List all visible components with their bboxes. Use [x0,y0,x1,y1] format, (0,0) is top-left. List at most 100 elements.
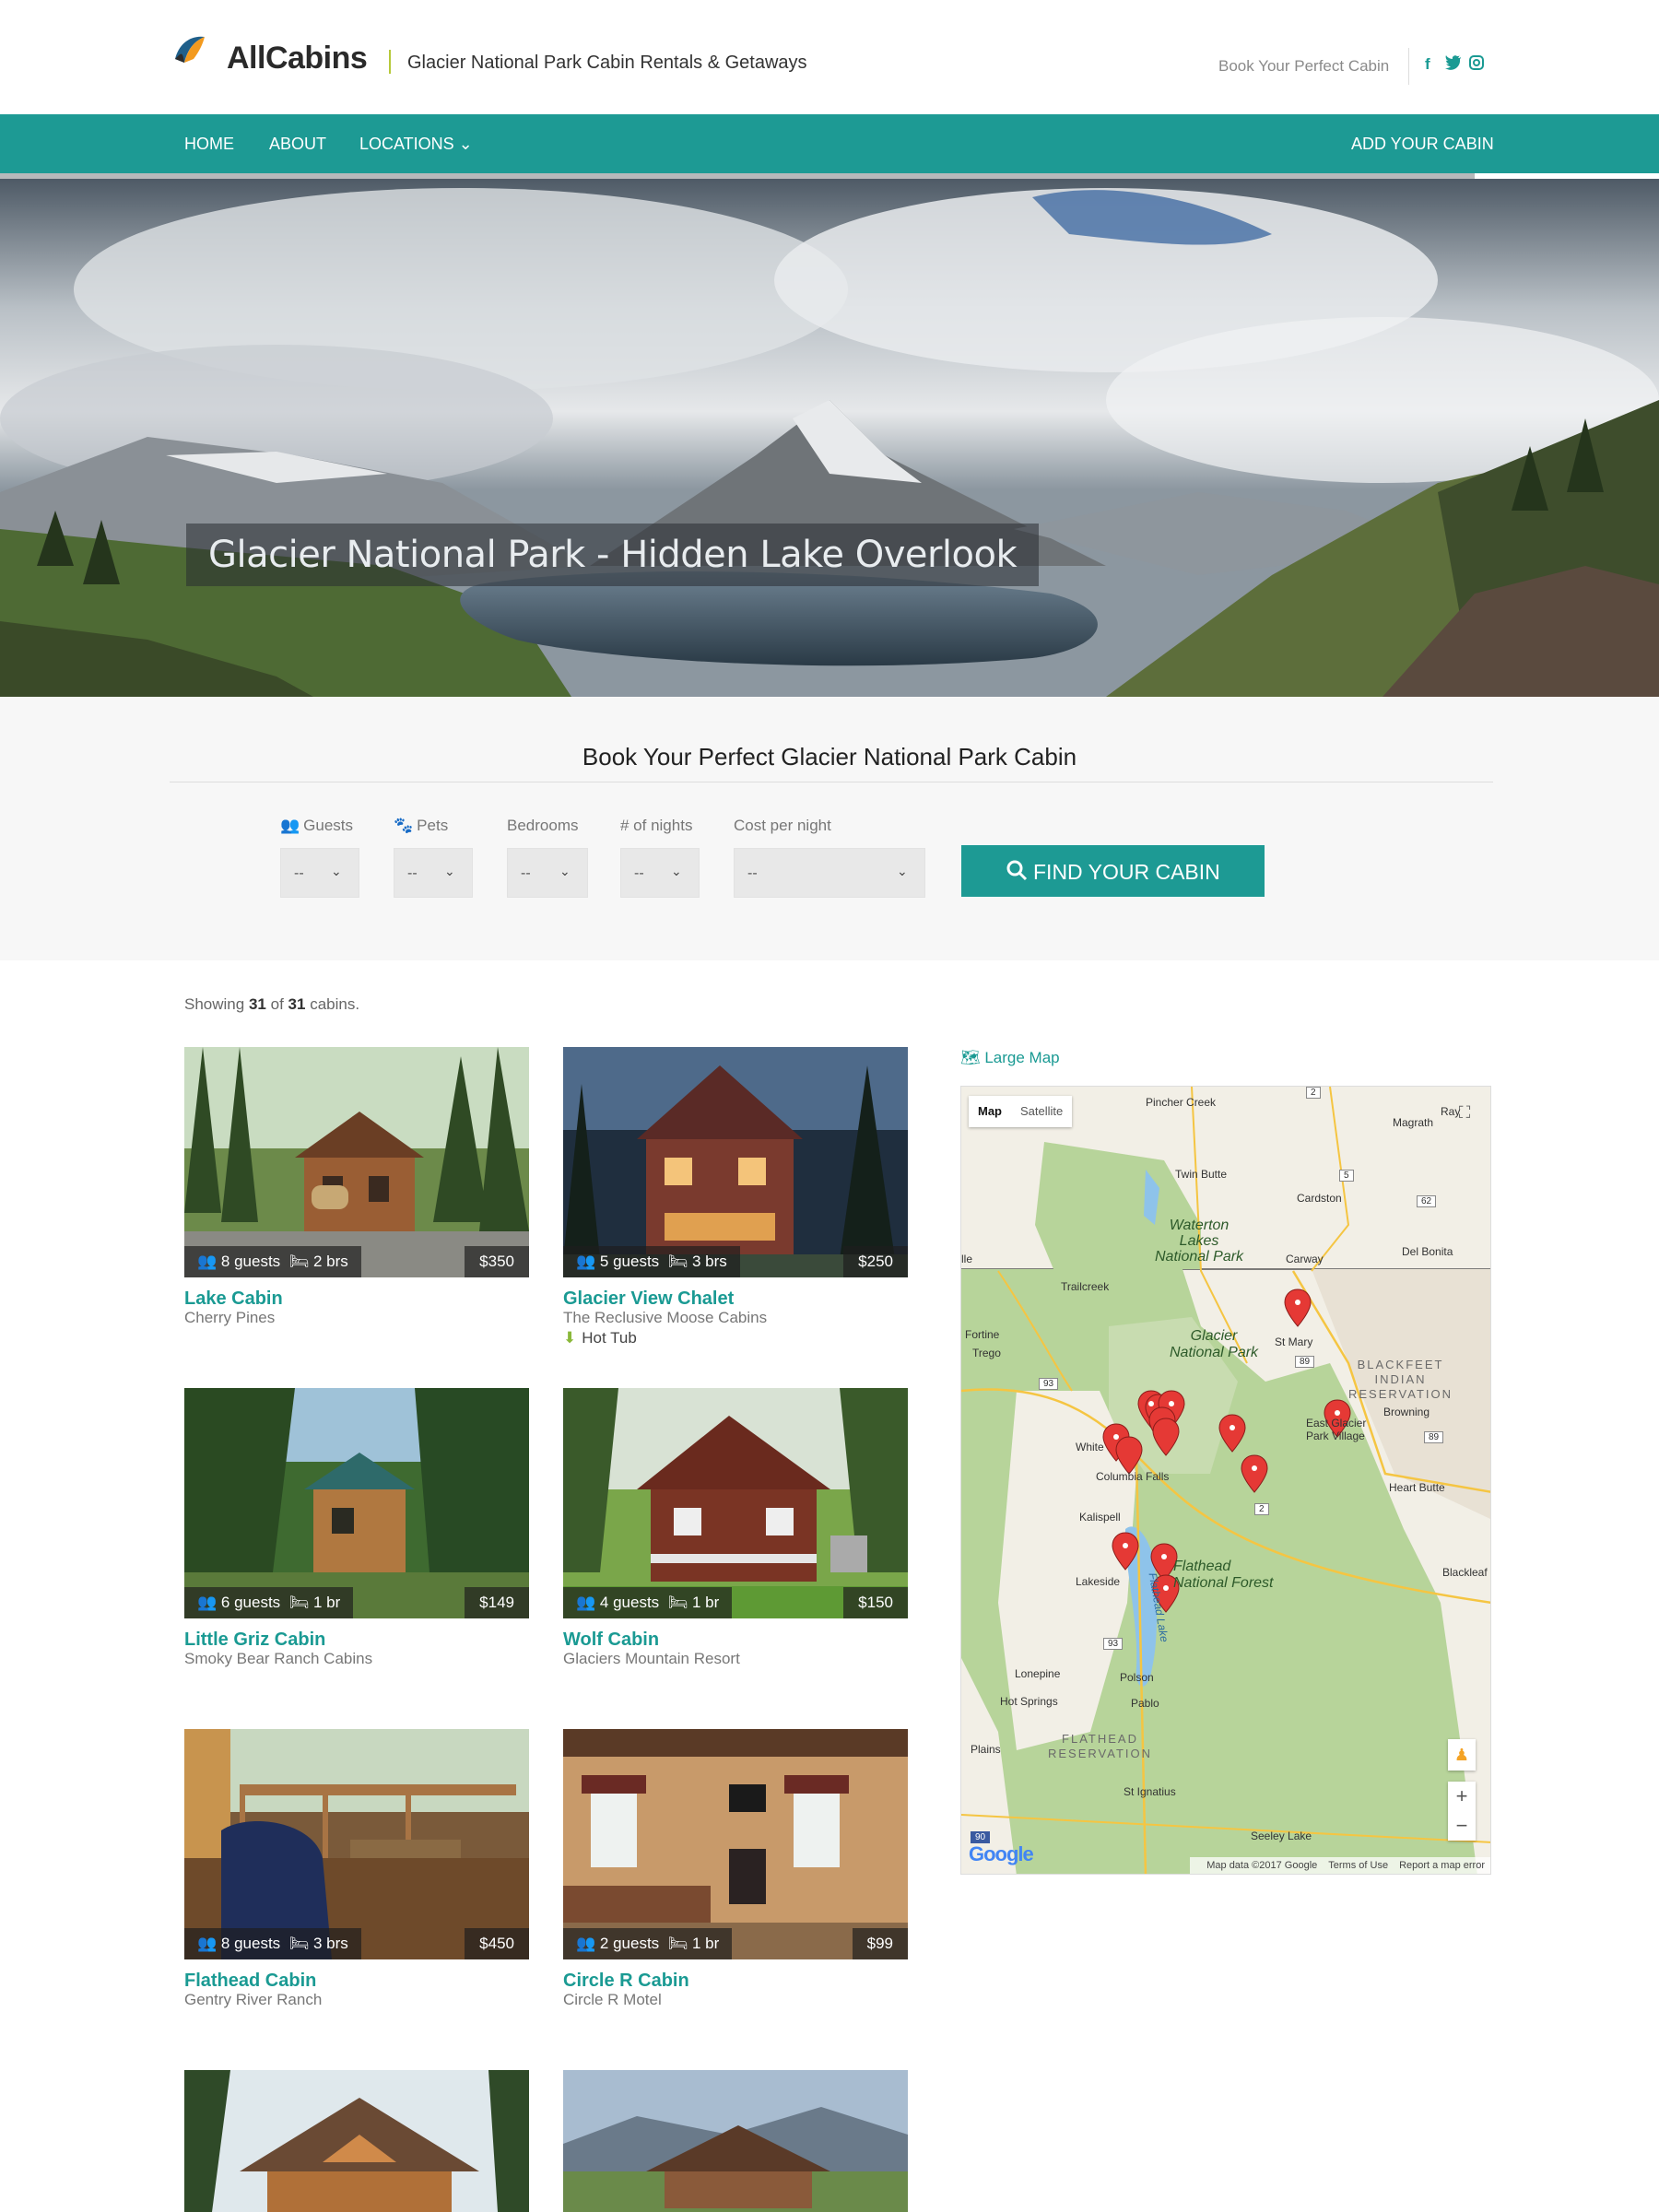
bed-icon: 🛏 [288,1935,310,1952]
cabin-name-link[interactable]: Little Griz Cabin [184,1630,325,1651]
map-label: Cardston [1297,1192,1342,1205]
cabin-organization: Gentry River Ranch [184,1991,323,2008]
highway-shield: 2 [1306,1087,1321,1099]
nav-locations-dropdown[interactable]: LOCATIONS ⌄ [359,135,473,154]
group-icon: 👥 [197,1253,218,1270]
map-label: lle [961,1253,973,1265]
header-divider [1408,48,1409,85]
cabin-photo-image [563,2070,908,2212]
cabin-name-link[interactable]: Circle R Cabin [563,1971,689,1992]
hero-caption: Glacier National Park - Hidden Lake Over… [186,524,1040,586]
twitter-icon[interactable] [1445,55,1462,70]
cabin-photo[interactable]: 👥 4 guests 🛏 1 br $150 [563,1388,908,1618]
map-label: Twin Butte [1175,1168,1228,1181]
terms-link[interactable]: Terms of Use [1328,1860,1388,1871]
cabin-photo[interactable]: 👥 8 guests 🛏 2 brs $350 [184,1047,529,1277]
allcabins-logo-icon[interactable] [171,31,208,68]
map-type-satellite[interactable]: Satellite [1011,1096,1072,1127]
map-label: Plains [971,1743,1001,1756]
bedrooms-label: Bedrooms [507,817,579,834]
nav-add-your-cabin[interactable]: ADD YOUR CABIN [1351,135,1494,154]
map-label: FLATHEAD RESERVATION [1048,1732,1153,1760]
map-label: St Ignatius [1124,1785,1176,1798]
instagram-icon[interactable] [1469,55,1484,70]
cabin-photo[interactable]: 👥 2 guests 🛏 1 br $99 [563,1729,908,1959]
nights-select[interactable]: -- ⌄ [620,848,700,898]
cabin-amenity: ⬇ Hot Tub [563,1329,637,1347]
nav-home[interactable]: HOME [184,135,234,154]
site-header: AllCabins Glacier National Park Cabin Re… [0,0,1659,114]
paw-icon: 🐾 [394,817,414,834]
group-icon: 👥 [197,1935,218,1952]
report-map-error-link[interactable]: Report a map error [1399,1860,1485,1871]
chevron-down-icon: ⌄ [897,864,908,878]
street-view-pegman-icon[interactable]: ♟ [1448,1739,1476,1771]
map-label: Browning [1383,1406,1430,1418]
map-type-map[interactable]: Map [969,1096,1011,1127]
cabins-map[interactable]: Pincher Creek Magrath Ray Twin Butte Car… [960,1086,1491,1875]
large-map-link[interactable]: 🗺 Large Map [960,1049,1060,1067]
cabin-photo[interactable] [563,2070,908,2212]
map-label: White [1076,1441,1104,1453]
map-label: St Mary [1275,1335,1313,1348]
cabin-stats: 👥 6 guests 🛏 1 br [184,1587,354,1618]
zoom-out-button[interactable]: − [1448,1811,1476,1841]
cabin-photo[interactable] [184,2070,529,2212]
map-label: Del Bonita [1402,1245,1453,1258]
pets-select[interactable]: -- ⌄ [394,848,473,898]
search-icon [1006,860,1028,881]
hero-banner: Glacier National Park - Hidden Lake Over… [0,179,1659,697]
map-label: Waterton Lakes National Park [1155,1218,1244,1265]
map-label: Lonepine [1015,1667,1061,1680]
map-label: BLACKFEET INDIAN RESERVATION [1348,1358,1453,1401]
cost-select[interactable]: -- ⌄ [734,848,925,898]
map-label: Pincher Creek [1146,1096,1217,1109]
cabin-photo[interactable]: 👥 5 guests 🛏 3 brs $250 [563,1047,908,1277]
highway-shield: 5 [1339,1170,1354,1182]
highway-shield: 62 [1417,1195,1437,1207]
logo-text[interactable]: AllCabins [227,41,368,76]
map-label: Fortine [965,1328,1000,1341]
map-label: Hot Springs [1000,1695,1058,1708]
cabin-photo[interactable]: 👥 8 guests 🛏 3 brs $450 [184,1729,529,1959]
google-logo[interactable]: Google [969,1842,1034,1866]
nights-label: # of nights [620,817,693,834]
group-icon: 👥 [280,817,300,834]
cabin-photo-image [184,1047,529,1277]
bed-icon: 🛏 [288,1594,310,1611]
facebook-icon[interactable]: f [1425,55,1430,74]
map-label: Kalispell [1079,1511,1121,1524]
cabin-price: $150 [843,1587,908,1618]
group-icon: 👥 [197,1594,218,1611]
zoom-in-button[interactable]: + [1448,1782,1476,1811]
map-label: Columbia Falls [1096,1470,1170,1483]
main-nav: HOME ABOUT LOCATIONS ⌄ ADD YOUR CABIN [0,114,1659,173]
chevron-down-icon: ⌄ [331,864,342,878]
cabin-name-link[interactable]: Wolf Cabin [563,1630,659,1651]
map-label: Glacier National Park [1170,1328,1259,1360]
guests-select[interactable]: -- ⌄ [280,848,359,898]
fullscreen-icon[interactable]: ⛶ [1450,1098,1479,1127]
map-label: Blackleaf [1442,1566,1488,1579]
bedrooms-select[interactable]: -- ⌄ [507,848,588,898]
find-your-cabin-button[interactable]: FIND YOUR CABIN [961,845,1265,897]
map-label: Pablo [1131,1697,1159,1710]
cabin-organization: Circle R Motel [563,1991,662,2008]
group-icon: 👥 [576,1253,596,1270]
cabin-name-link[interactable]: Glacier View Chalet [563,1288,734,1310]
map-label: Seeley Lake [1251,1830,1312,1842]
map-icon: 🗺 [960,1049,981,1066]
bed-icon: 🛏 [667,1935,688,1952]
cabin-stats: 👥 4 guests 🛏 1 br [563,1587,733,1618]
chevron-down-icon: ⌄ [444,864,455,878]
cabin-name-link[interactable]: Flathead Cabin [184,1971,316,1992]
nav-about[interactable]: ABOUT [269,135,326,154]
cabin-name-link[interactable]: Lake Cabin [184,1288,283,1310]
hero-caption-text: Glacier National Park - Hidden Lake Over… [208,534,1018,576]
cabin-organization: The Reclusive Moose Cabins [563,1309,768,1326]
cabin-photo[interactable]: 👥 6 guests 🛏 1 br $149 [184,1388,529,1618]
book-your-cabin-link[interactable]: Book Your Perfect Cabin [1218,57,1389,76]
map-label: Trego [972,1347,1001,1359]
bed-icon: 🛏 [667,1253,688,1270]
cabin-price: $350 [465,1246,529,1277]
